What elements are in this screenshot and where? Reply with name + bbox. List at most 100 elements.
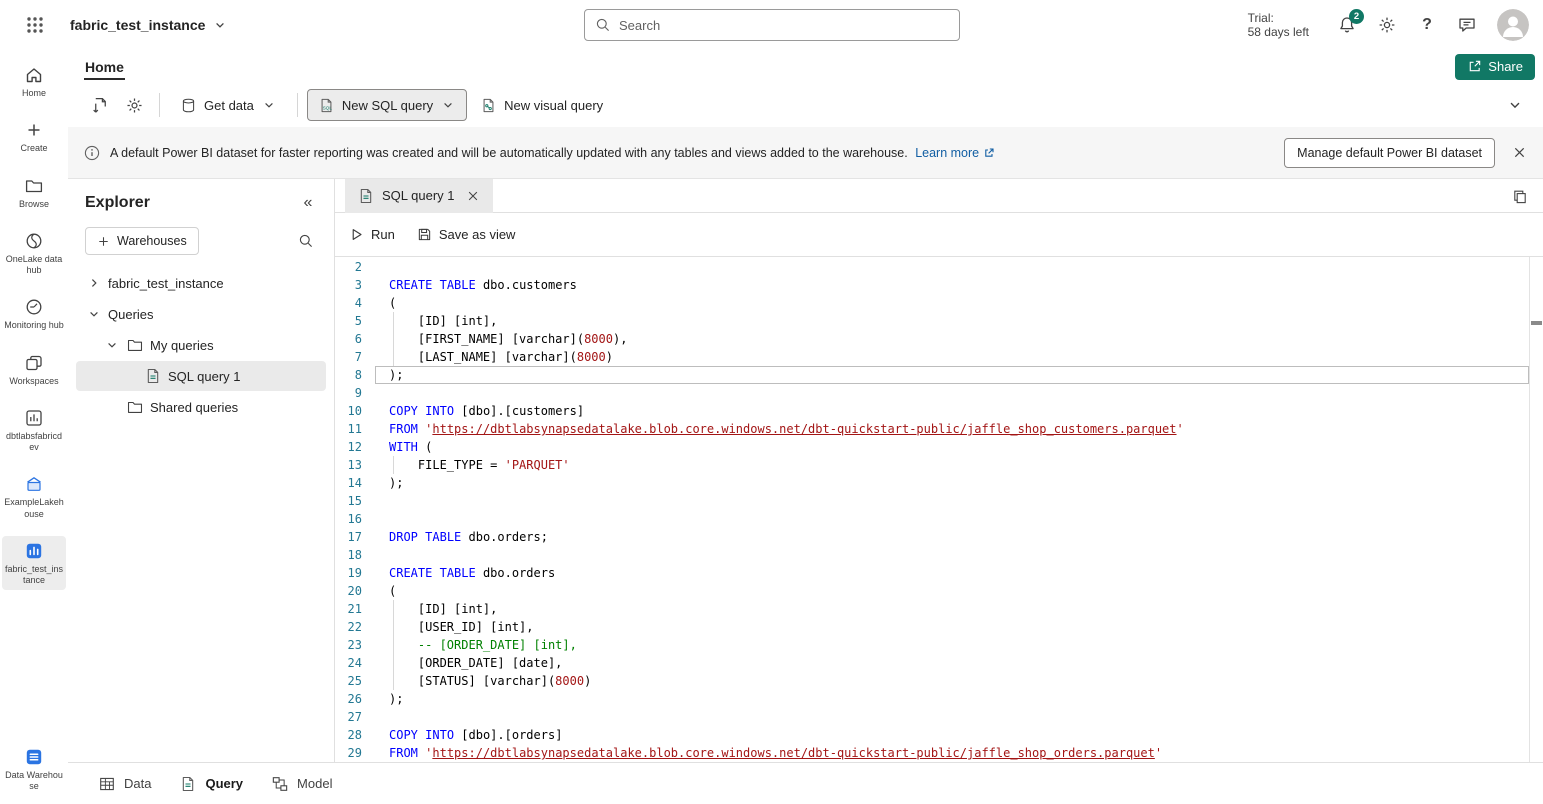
rail-item-home[interactable]: Home [2,60,66,103]
rail-item-data-warehouse[interactable]: Data Warehouse [2,742,66,797]
new-visual-query-button[interactable]: New visual query [469,89,614,121]
code-line-2[interactable]: 2 [335,258,1529,276]
code-line-23[interactable]: 23 -- [ORDER_DATE] [int], [335,636,1529,654]
tree-item-shared-queries[interactable]: Shared queries [76,392,326,422]
code-lines: 23CREATE TABLE dbo.customers4(5 [ID] [in… [335,258,1529,762]
user-avatar[interactable] [1497,9,1529,41]
chevron-spacer [104,399,120,415]
save-as-view-button[interactable]: Save as view [417,227,516,242]
topbar-right-cluster: Trial: 58 days left 2 ? [1248,9,1529,41]
code-line-15[interactable]: 15 [335,492,1529,510]
rail-item-label: Workspaces [9,376,58,387]
code-line-26[interactable]: 26); [335,690,1529,708]
code-line-17[interactable]: 17DROP TABLE dbo.orders; [335,528,1529,546]
code-line-9[interactable]: 9 [335,384,1529,402]
new-sql-query-button[interactable]: SQL New SQL query [307,89,467,121]
notifications-button[interactable]: 2 [1331,9,1363,41]
collapse-pane-icon[interactable]: « [296,191,320,215]
code-line-7[interactable]: 7 [LAST_NAME] [varchar](8000) [335,348,1529,366]
help-button[interactable]: ? [1411,9,1443,41]
tree-item-my-queries[interactable]: My queries [76,330,326,360]
code-line-25[interactable]: 25 [STATUS] [varchar](8000) [335,672,1529,690]
code-line-27[interactable]: 27 [335,708,1529,726]
table-icon [98,775,116,793]
new-visual-query-label: New visual query [504,98,603,113]
tree-item-sql-query-1[interactable]: SQL query 1 [76,361,326,391]
indent-guide-line [393,456,394,474]
collapse-ribbon-button[interactable] [1501,91,1529,119]
rail-item-dbtlabsfabricdev[interactable]: dbtlabsfabricdev [2,403,66,458]
line-number: 21 [335,602,375,616]
banner-close-button[interactable] [1505,139,1533,167]
toolbar-divider [297,93,298,117]
settings-toolbar-button[interactable] [118,89,150,121]
code-line-14[interactable]: 14); [335,474,1529,492]
manage-default-dataset-button[interactable]: Manage default Power BI dataset [1284,138,1495,168]
tab-close-button[interactable] [463,186,483,206]
scrollbar-thumb[interactable] [1531,321,1542,325]
statusbar-item-query[interactable]: Query [179,775,243,793]
run-button[interactable]: Run [349,227,395,242]
tab-home[interactable]: Home [84,54,125,80]
tree-item-fabric-test-instance[interactable]: fabric_test_instance [76,268,326,298]
editor-scrollbar[interactable] [1529,257,1543,762]
share-label: Share [1488,59,1523,74]
code-line-16[interactable]: 16 [335,510,1529,528]
explorer-title: Explorer [85,194,150,212]
code-line-6[interactable]: 6 [FIRST_NAME] [varchar](8000), [335,330,1529,348]
settings-button[interactable] [1371,9,1403,41]
code-line-12[interactable]: 12WITH ( [335,438,1529,456]
code-line-8[interactable]: 8); [335,366,1529,384]
external-link-icon [983,147,995,159]
sql-editor[interactable]: 23CREATE TABLE dbo.customers4(5 [ID] [in… [335,257,1543,762]
workspace-switcher[interactable]: fabric_test_instance [70,17,228,33]
rail-item-workspaces[interactable]: Workspaces [2,348,66,391]
get-data-button[interactable]: Get data [169,89,288,121]
feedback-button[interactable] [1451,9,1483,41]
search-input[interactable] [619,18,949,33]
code-line-3[interactable]: 3CREATE TABLE dbo.customers [335,276,1529,294]
duplicate-tab-button[interactable] [1507,184,1533,210]
rail-item-examplelakehouse[interactable]: ExampleLakehouse [2,469,66,524]
code-line-13[interactable]: 13 FILE_TYPE = 'PARQUET' [335,456,1529,474]
line-number: 9 [335,386,375,400]
line-number: 18 [335,548,375,562]
code-line-11[interactable]: 11FROM 'https://dbtlabsynapsedatalake.bl… [335,420,1529,438]
model-icon [271,775,289,793]
code-line-20[interactable]: 20( [335,582,1529,600]
share-button[interactable]: Share [1455,54,1535,80]
rail-item-monitoring-hub[interactable]: Monitoring hub [2,292,66,335]
learn-more-link[interactable]: Learn more [915,146,995,160]
explorer-search-icon[interactable] [292,227,320,255]
rail-item-create[interactable]: Create [2,115,66,158]
statusbar-item-model[interactable]: Model [271,775,332,793]
rail-item-browse[interactable]: Browse [2,171,66,214]
tree-item-label: Queries [108,307,154,322]
code-line-28[interactable]: 28COPY INTO [dbo].[orders] [335,726,1529,744]
code-line-18[interactable]: 18 [335,546,1529,564]
rail-item-fabric-test-instance[interactable]: fabric_test_instance [2,536,66,591]
rail-item-onelake-data-hub[interactable]: OneLake data hub [2,226,66,281]
rail-items: Home Create Browse OneLake data hub Monitori… [2,60,66,590]
query-icon [144,367,162,385]
code-line-content: COPY INTO [dbo].[orders] [375,726,1529,744]
rail-item-label: Home [22,88,46,99]
code-line-24[interactable]: 24 [ORDER_DATE] [date], [335,654,1529,672]
code-line-21[interactable]: 21 [ID] [int], [335,600,1529,618]
code-line-5[interactable]: 5 [ID] [int], [335,312,1529,330]
line-number: 12 [335,440,375,454]
statusbar-item-data[interactable]: Data [98,775,151,793]
app-launcher-icon[interactable] [18,8,52,42]
tree-item-queries[interactable]: Queries [76,299,326,329]
code-line-19[interactable]: 19CREATE TABLE dbo.orders [335,564,1529,582]
tab-sql-query-1[interactable]: SQL query 1 [345,179,493,213]
code-line-29[interactable]: 29FROM 'https://dbtlabsynapsedatalake.bl… [335,744,1529,762]
add-warehouses-button[interactable]: Warehouses [85,227,199,255]
code-line-22[interactable]: 22 [USER_ID] [int], [335,618,1529,636]
new-item-button[interactable] [84,89,116,121]
code-line-4[interactable]: 4( [335,294,1529,312]
top-bar: fabric_test_instance Trial: 58 days left… [0,0,1543,50]
chevron-down-icon [86,306,102,322]
info-banner: A default Power BI dataset for faster re… [68,127,1543,179]
code-line-10[interactable]: 10COPY INTO [dbo].[customers] [335,402,1529,420]
